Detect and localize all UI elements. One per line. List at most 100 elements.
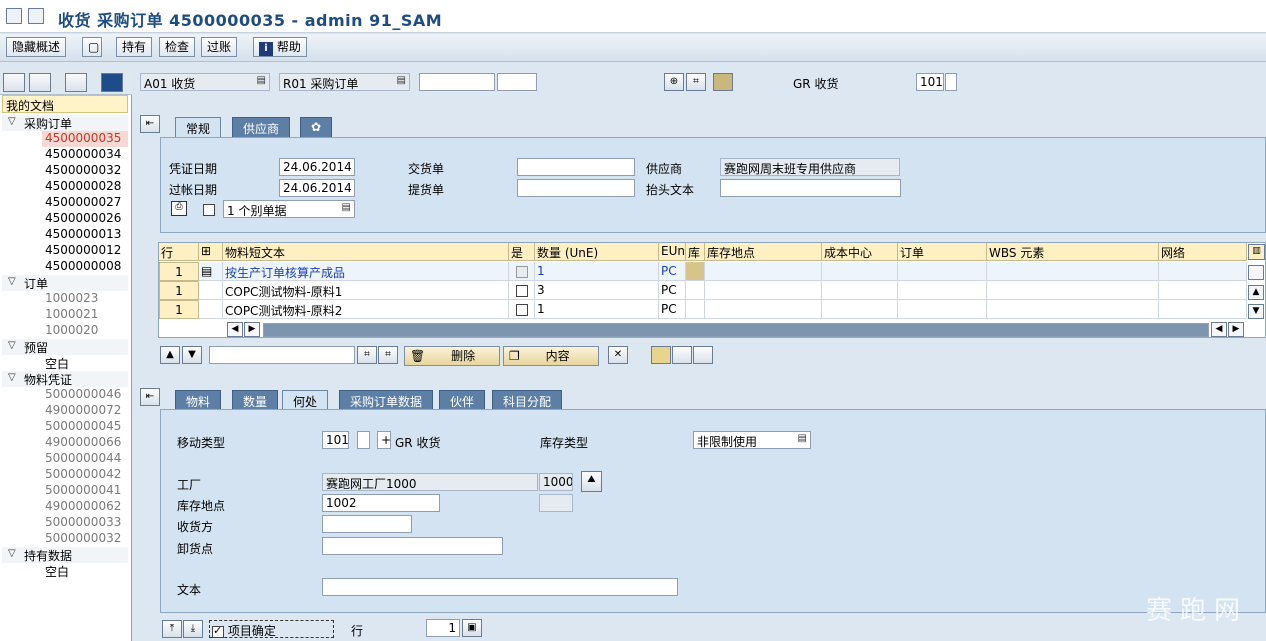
tree-item[interactable]: 5000000046 — [42, 387, 128, 403]
tree-item[interactable]: 4900000066 — [42, 435, 128, 451]
line-input[interactable]: 1 — [426, 619, 460, 637]
post-date-input[interactable]: 24.06.2014 — [279, 179, 355, 197]
item-stock[interactable] — [686, 281, 705, 300]
plant-address-icon[interactable]: ⛰ — [581, 471, 602, 492]
tree-group-reservations[interactable]: ▽ 预留 — [2, 339, 128, 355]
tree-item[interactable]: 1000020 — [42, 323, 128, 339]
tree-item[interactable]: 4900000072 — [42, 403, 128, 419]
item-qty[interactable]: 1 — [535, 300, 659, 319]
col-sloc[interactable]: 库存地点 — [705, 243, 822, 261]
tab-more-icon[interactable]: ✿ — [300, 117, 333, 137]
tree-item[interactable]: 4500000034 — [42, 147, 128, 163]
item-unit[interactable]: PC — [659, 300, 686, 319]
horizontal-scrollbar[interactable] — [263, 323, 1209, 337]
row-selector[interactable]: 1 — [159, 262, 199, 281]
tree-item[interactable]: 5000000041 — [42, 483, 128, 499]
tree-item[interactable]: 5000000033 — [42, 515, 128, 531]
header-text-input[interactable] — [720, 179, 901, 197]
filter-icon[interactable]: ▼ — [182, 346, 202, 364]
col-cost-center[interactable]: 成本中心 — [822, 243, 898, 261]
tree-item[interactable]: 5000000044 — [42, 451, 128, 467]
scroll-handle[interactable] — [1248, 265, 1264, 280]
col-order[interactable]: 订单 — [898, 243, 987, 261]
item-order[interactable] — [898, 281, 987, 300]
tree-group-held-data[interactable]: ▽ 持有数据 — [2, 547, 128, 563]
movement-type-input[interactable]: 101 — [322, 431, 349, 449]
recipient-input[interactable] — [322, 515, 412, 533]
text-input[interactable] — [322, 578, 678, 596]
tab-material[interactable]: 物料 — [175, 390, 222, 410]
close-icon[interactable] — [101, 73, 123, 92]
item-detail-icon[interactable]: ▤ — [199, 262, 223, 281]
tree-group-material-documents[interactable]: ▽ 物料凭证 — [2, 371, 128, 387]
hide-overview-button[interactable]: 隐藏概述 — [6, 37, 67, 57]
printer-icon[interactable]: ⎙ — [171, 201, 187, 216]
previous-item-icon[interactable]: ⤒ — [162, 620, 182, 638]
select-all-icon[interactable]: ▲ — [160, 346, 180, 364]
item-order[interactable] — [898, 262, 987, 281]
col-unit[interactable]: EUn — [659, 243, 686, 261]
tree-item[interactable]: 4500000008 — [42, 259, 128, 275]
transaction-select[interactable]: A01 收货 — [140, 73, 270, 91]
item-text[interactable]: COPC测试物料-原料2 — [223, 300, 509, 319]
tree-item[interactable]: 4500000035 — [42, 131, 128, 147]
collapse-detail-icon[interactable]: ⇤ — [140, 388, 160, 406]
tab-where[interactable]: 何处 — [282, 390, 329, 410]
execute-icon[interactable]: ⊕ — [664, 73, 684, 91]
item-network[interactable] — [1159, 300, 1247, 319]
export-icon[interactable] — [672, 346, 692, 364]
col-network[interactable]: 网络 — [1159, 243, 1247, 261]
stock-type-select[interactable]: 非限制使用 — [693, 431, 811, 449]
tree-group-orders[interactable]: ▽ 订单 — [2, 275, 128, 291]
grid-search-input[interactable] — [209, 346, 355, 364]
go-to-line-icon[interactable]: ▣ — [462, 619, 482, 637]
col-text[interactable]: 物料短文本 — [223, 243, 509, 261]
next-item-icon[interactable]: ⤓ — [183, 620, 203, 638]
check-button[interactable]: 检查 — [159, 37, 196, 57]
item-sloc[interactable] — [705, 262, 822, 281]
item-cost-center[interactable] — [822, 300, 898, 319]
new-document-icon[interactable]: ▢ — [82, 37, 102, 57]
binoculars-icon[interactable]: ⌗ — [686, 73, 706, 91]
delete-button[interactable]: 🗑 删除 — [404, 346, 500, 366]
tree-item[interactable]: 4500000032 — [42, 163, 128, 179]
tree-item[interactable]: 5000000045 — [42, 419, 128, 435]
col-stock[interactable]: 库 — [686, 243, 705, 261]
print-checkbox[interactable] — [203, 203, 215, 216]
item-ok-checkbox[interactable] — [509, 262, 535, 281]
scroll-down-icon[interactable]: ▼ — [1248, 304, 1264, 319]
tab-quantity[interactable]: 数量 — [232, 390, 279, 410]
sloc-input[interactable]: 1002 — [322, 494, 440, 512]
scroll-right-end-icon[interactable]: ▶ — [1228, 322, 1244, 337]
column-settings-icon[interactable]: ▥ — [1248, 244, 1265, 260]
tab-partner[interactable]: 伙伴 — [439, 390, 486, 410]
scroll-up-icon[interactable]: ▲ — [1248, 285, 1264, 300]
bill-of-lading-input[interactable] — [517, 179, 635, 197]
tab-general[interactable]: 常规 — [175, 117, 222, 137]
row-selector[interactable]: 1 — [159, 300, 199, 319]
tab-account-assignment[interactable]: 科目分配 — [492, 390, 563, 410]
help-button[interactable]: i 帮助 — [253, 37, 307, 57]
item-stock-icon[interactable] — [686, 262, 705, 281]
item-wbs[interactable] — [987, 262, 1159, 281]
doc-date-input[interactable]: 24.06.2014 — [279, 158, 355, 176]
content-button[interactable]: ❐ 内容 — [503, 346, 599, 366]
collapse-header-icon[interactable]: ⇤ — [140, 115, 160, 133]
scroll-left-end-icon[interactable]: ◀ — [1211, 322, 1227, 337]
reference-select[interactable]: R01 采购订单 — [279, 73, 410, 91]
import-icon[interactable] — [693, 346, 713, 364]
tab-vendor[interactable]: 供应商 — [232, 117, 291, 137]
item-sloc[interactable] — [705, 281, 822, 300]
po-number-input[interactable] — [419, 73, 495, 91]
item-wbs[interactable] — [987, 300, 1159, 319]
col-ok[interactable]: 是 — [509, 243, 535, 261]
item-cost-center[interactable] — [822, 281, 898, 300]
delivery-note-input[interactable] — [517, 158, 635, 176]
find-icon[interactable]: ⌗ — [357, 346, 377, 364]
item-ok-checkbox[interactable] — [509, 281, 535, 300]
scroll-left-icon[interactable]: ◀ — [227, 322, 243, 337]
item-ok-checkbox[interactable]: ✓ — [212, 624, 224, 638]
item-network[interactable] — [1159, 281, 1247, 300]
col-wbs[interactable]: WBS 元素 — [987, 243, 1159, 261]
po-item-input[interactable] — [497, 73, 537, 91]
